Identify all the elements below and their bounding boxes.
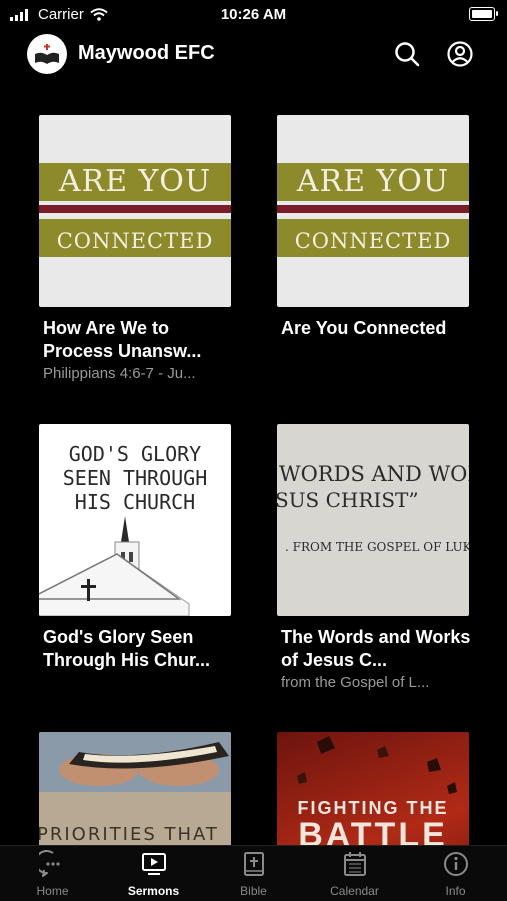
artwork-text: ARE YOU xyxy=(296,164,450,199)
sermon-title: Are You Connected xyxy=(281,318,447,338)
tv-play-icon xyxy=(141,853,166,875)
church-steeple-illustration xyxy=(39,516,190,616)
sermon-title: How Are We to Process Unansw... xyxy=(43,318,202,361)
church-bible-logo-icon[interactable] xyxy=(27,34,67,74)
sermon-artwork: PRIORITIES THAT xyxy=(39,732,231,845)
artwork-text: BATTLE xyxy=(298,816,448,845)
bible-icon xyxy=(243,852,264,876)
info-icon xyxy=(443,852,468,876)
artwork-text: PRIORITIES THAT xyxy=(39,824,219,845)
search-icon[interactable] xyxy=(393,40,421,68)
sermon-card[interactable]: FIGHTING THE BATTLE xyxy=(277,732,471,845)
artwork-text: ARE YOU xyxy=(58,164,212,199)
sermon-title: The Words and Works of Jesus C... xyxy=(281,627,471,670)
tab-calendar[interactable]: Calendar xyxy=(304,846,405,901)
tab-info[interactable]: Info xyxy=(405,846,506,901)
tab-home[interactable]: Home xyxy=(2,846,103,901)
sermon-artwork: ARE YOU connected xyxy=(39,115,231,307)
artwork-text: . FROM THE GOSPEL OF LUKE xyxy=(285,540,469,554)
sermon-card[interactable]: GOD'S GLORY SEEN THROUGH HIS CHURCH God'… xyxy=(39,424,233,672)
account-icon[interactable] xyxy=(446,40,474,68)
sermon-title: God's Glory Seen Through His Chur... xyxy=(43,627,210,670)
sermon-card[interactable]: PRIORITIES THAT xyxy=(39,732,233,845)
artwork-text: WORDS AND WORK xyxy=(279,462,469,486)
tab-bar: Home Sermons Bible Calendar Info xyxy=(0,845,507,901)
chat-bubble-icon xyxy=(38,850,60,877)
sermon-subtitle: Philippians 4:6-7 - Ju... xyxy=(43,365,196,382)
sermon-card[interactable]: WORDS AND WORK SUS CHRIST” . FROM THE GO… xyxy=(277,424,471,691)
status-time: 10:26 AM xyxy=(220,6,287,23)
battery-icon xyxy=(469,7,498,21)
artwork-text: SUS CHRIST” xyxy=(277,488,419,512)
status-bar: Carrier 10:26 AM xyxy=(0,0,507,30)
tab-label: Info xyxy=(445,884,466,898)
sermon-subtitle: from the Gospel of L... xyxy=(281,674,430,691)
app-header: Maywood EFC xyxy=(0,30,507,78)
tab-label: Home xyxy=(36,884,69,898)
app-title: Maywood EFC xyxy=(78,42,215,64)
tab-label: Bible xyxy=(240,884,267,898)
sermon-artwork: ARE YOU connected xyxy=(277,115,469,307)
tab-sermons[interactable]: Sermons xyxy=(103,846,204,901)
sermon-card[interactable]: ARE YOU connected How Are We to Process … xyxy=(39,115,233,382)
sermon-artwork: WORDS AND WORK SUS CHRIST” . FROM THE GO… xyxy=(277,424,469,616)
sermon-artwork: GOD'S GLORY SEEN THROUGH HIS CHURCH xyxy=(39,424,231,616)
artwork-text: connected xyxy=(56,221,214,256)
sermon-artwork: FIGHTING THE BATTLE xyxy=(277,732,469,845)
tab-label: Sermons xyxy=(127,884,180,898)
artwork-text: connected xyxy=(294,221,452,256)
tab-bible[interactable]: Bible xyxy=(203,846,304,901)
tab-label: Calendar xyxy=(330,884,379,898)
sermon-card[interactable]: ARE YOU connected Are You Connected xyxy=(277,115,471,342)
sermon-grid: ARE YOU connected How Are We to Process … xyxy=(0,115,507,845)
calendar-icon xyxy=(343,852,366,876)
